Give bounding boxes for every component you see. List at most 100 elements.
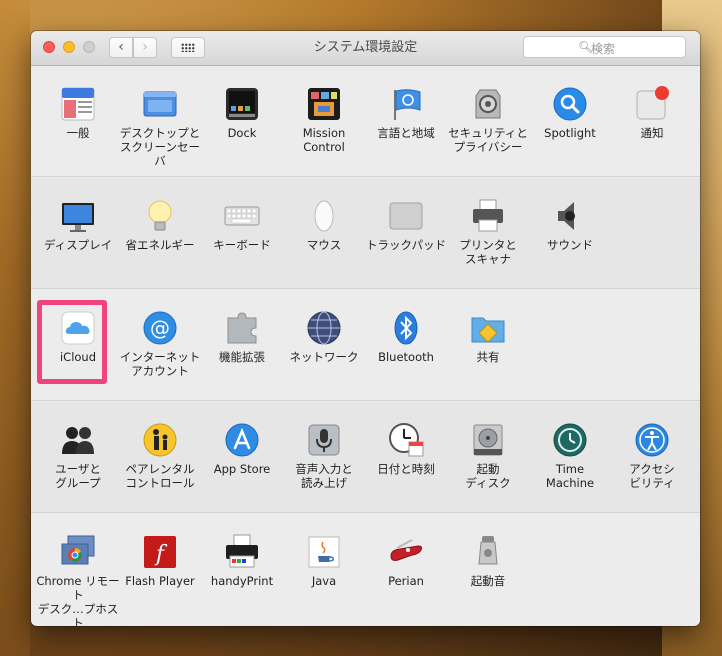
pref-label: Chrome リモート デスク…プホスト [36, 574, 120, 626]
time-machine-icon [553, 423, 587, 457]
keyboard-icon [224, 206, 260, 226]
pref-section-hardware: ディスプレイ 省エネルギー キーボード マウス トラックパッド プリンタと スキ… [31, 178, 700, 289]
pref-label: handyPrint [210, 574, 274, 588]
pref-sound[interactable]: サウンド [529, 178, 611, 289]
pref-mouse[interactable]: マウス [283, 178, 365, 289]
pref-java[interactable]: Java [283, 514, 365, 625]
pref-extensions[interactable]: 機能拡張 [201, 290, 283, 401]
security-icon [475, 89, 501, 119]
show-all-button[interactable] [171, 37, 205, 58]
close-button[interactable] [43, 41, 55, 53]
forward-button[interactable]: › [133, 37, 157, 58]
pref-label: 日付と時刻 [377, 462, 435, 476]
pref-network[interactable]: ネットワーク [283, 290, 365, 401]
pref-label: Dock [227, 126, 257, 140]
pref-perian[interactable]: Perian [365, 514, 447, 625]
pref-label: 省エネルギー [125, 238, 195, 252]
pref-dictation-speech[interactable]: 音声入力と 読み上げ [283, 402, 365, 513]
pref-language-region[interactable]: 言語と地域 [365, 66, 447, 177]
pref-label: 起動音 [470, 574, 506, 588]
desktop-icon [143, 91, 177, 117]
app-store-icon [225, 423, 259, 457]
pref-section-internet: iCloud @ インターネット アカウント 機能拡張 ネットワーク Bluet… [31, 290, 700, 401]
pref-label: Mission Control [302, 126, 346, 154]
pref-energy-saver[interactable]: 省エネルギー [119, 178, 201, 289]
pref-label: 起動 ディスク [465, 462, 511, 490]
bluetooth-icon [394, 311, 418, 345]
dictation-speech-icon [308, 424, 340, 456]
mouse-icon [314, 200, 334, 232]
pref-section-system: ユーザと グループ ペアレンタル コントロール App Store 音声入力と … [31, 402, 700, 513]
pref-label: デスクトップと スクリーンセーバ [119, 126, 201, 168]
display-icon [62, 203, 94, 232]
pref-displays[interactable]: ディスプレイ [37, 178, 119, 289]
date-time-icon [389, 423, 424, 457]
pref-security-privacy[interactable]: セキュリティと プライバシー [447, 66, 529, 177]
general-icon [61, 87, 95, 121]
pref-startup-sound[interactable]: 起動音 [447, 514, 529, 625]
pref-sharing[interactable]: 共有 [447, 290, 529, 401]
search-field[interactable]: 🔍︎ 検索 [523, 36, 686, 58]
pref-date-time[interactable]: 日付と時刻 [365, 402, 447, 513]
system-preferences-window: システム環境設定 ‹ › 🔍︎ 検索 一般 デスクトップと スクリーンセーバ D… [31, 31, 700, 626]
pref-trackpad[interactable]: トラックパッド [365, 178, 447, 289]
dock-icon [226, 88, 258, 120]
preferences-content: 一般 デスクトップと スクリーンセーバ Dock Mission Control… [31, 66, 700, 626]
pref-label: ペアレンタル コントロール [125, 462, 195, 490]
pref-keyboard[interactable]: キーボード [201, 178, 283, 289]
zoom-button[interactable] [83, 41, 95, 53]
pref-app-store[interactable]: App Store [201, 402, 283, 513]
minimize-button[interactable] [63, 41, 75, 53]
pref-label: 一般 [66, 126, 90, 140]
pref-label: 音声入力と 読み上げ [295, 462, 353, 490]
handyprint-icon [226, 534, 258, 568]
pref-label: トラックパッド [366, 238, 446, 252]
pref-mission-control[interactable]: Mission Control [283, 66, 365, 177]
language-region-icon [394, 89, 421, 120]
printer-icon [473, 199, 503, 232]
chrome-remote-desktop-icon [61, 535, 95, 565]
flash-player-icon: f [144, 536, 176, 568]
pref-label: ネットワーク [289, 350, 359, 364]
pref-printers-scanners[interactable]: プリンタと スキャナ [447, 178, 529, 289]
notifications-icon [636, 86, 669, 120]
pref-label: アクセシ ビリティ [629, 462, 675, 490]
svg-text:@: @ [150, 316, 170, 340]
pref-notifications[interactable]: 通知 [611, 66, 693, 177]
pref-spotlight[interactable]: Spotlight [529, 66, 611, 177]
java-icon [308, 536, 340, 568]
pref-desktop-screensaver[interactable]: デスクトップと スクリーンセーバ [119, 66, 201, 177]
pref-time-machine[interactable]: Time Machine [529, 402, 611, 513]
desktop-wallpaper-left [0, 0, 30, 656]
sharing-icon [471, 317, 505, 343]
pref-label: 共有 [476, 350, 500, 364]
spotlight-icon [553, 87, 587, 121]
pref-label: プリンタと スキャナ [459, 238, 517, 266]
pref-section-personal: 一般 デスクトップと スクリーンセーバ Dock Mission Control… [31, 66, 700, 177]
pref-label: iCloud [59, 350, 97, 364]
pref-accessibility[interactable]: アクセシ ビリティ [611, 402, 693, 513]
startup-sound-icon [478, 536, 498, 565]
pref-label: Spotlight [544, 126, 596, 140]
pref-label: Time Machine [545, 462, 595, 490]
pref-users-groups[interactable]: ユーザと グループ [37, 402, 119, 513]
search-placeholder: 検索 [591, 42, 616, 56]
pref-dock[interactable]: Dock [201, 66, 283, 177]
pref-flash-player[interactable]: f Flash Player [119, 514, 201, 625]
pref-handyprint[interactable]: handyPrint [201, 514, 283, 625]
pref-label: 言語と地域 [377, 126, 435, 140]
titlebar: システム環境設定 ‹ › 🔍︎ 検索 [31, 31, 700, 66]
pref-chrome-remote-desktop[interactable]: Chrome リモート デスク…プホスト [36, 514, 120, 626]
pref-parental-controls[interactable]: ペアレンタル コントロール [119, 402, 201, 513]
pref-general[interactable]: 一般 [37, 66, 119, 177]
pref-internet-accounts[interactable]: @ インターネット アカウント [119, 290, 201, 401]
pref-startup-disk[interactable]: 起動 ディスク [447, 402, 529, 513]
pref-bluetooth[interactable]: Bluetooth [365, 290, 447, 401]
energy-saver-icon [148, 200, 172, 231]
pref-label: Flash Player [125, 574, 195, 588]
pref-label: ディスプレイ [43, 238, 113, 252]
pref-icloud[interactable]: iCloud [37, 290, 119, 401]
pref-label: サウンド [547, 238, 593, 252]
pref-label: Bluetooth [378, 350, 434, 364]
back-button[interactable]: ‹ [109, 37, 133, 58]
